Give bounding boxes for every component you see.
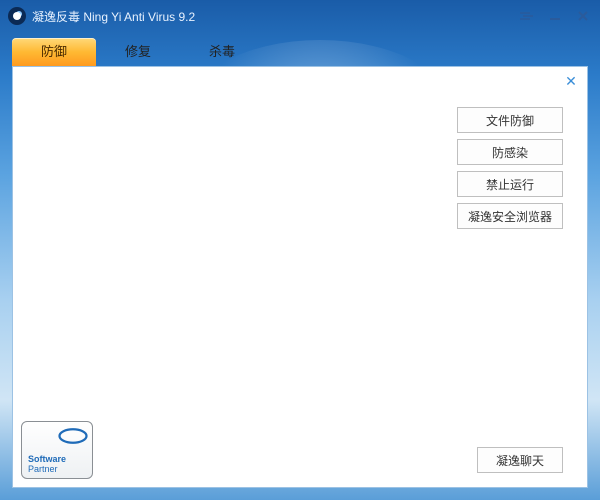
window-controls xyxy=(518,9,592,23)
badge-line2: Partner xyxy=(28,465,86,474)
titlebar: 凝逸反毒 Ning Yi Anti Virus 9.2 xyxy=(0,0,600,32)
anti-infection-button[interactable]: 防感染 xyxy=(457,139,563,165)
app-icon xyxy=(8,7,26,25)
block-run-button[interactable]: 禁止运行 xyxy=(457,171,563,197)
tab-repair[interactable]: 修复 xyxy=(96,38,180,66)
intel-partner-badge: Software Partner xyxy=(21,421,93,479)
minimize-icon[interactable] xyxy=(546,9,564,23)
close-icon[interactable] xyxy=(574,9,592,23)
tab-scan[interactable]: 杀毒 xyxy=(180,38,264,66)
file-defense-button[interactable]: 文件防御 xyxy=(457,107,563,133)
intel-logo-icon xyxy=(58,426,88,446)
panel-close-icon[interactable]: ✕ xyxy=(563,73,579,89)
chat-button[interactable]: 凝逸聊天 xyxy=(477,447,563,473)
defense-options: 文件防御 防感染 禁止运行 凝逸安全浏览器 xyxy=(457,107,563,229)
tab-defense[interactable]: 防御 xyxy=(12,38,96,66)
settings-icon[interactable] xyxy=(518,9,536,23)
tab-bar: 防御 修复 杀毒 xyxy=(0,32,600,66)
main-panel: ✕ 文件防御 防感染 禁止运行 凝逸安全浏览器 Software Partner… xyxy=(12,66,588,488)
app-title: 凝逸反毒 Ning Yi Anti Virus 9.2 xyxy=(32,8,518,25)
secure-browser-button[interactable]: 凝逸安全浏览器 xyxy=(457,203,563,229)
